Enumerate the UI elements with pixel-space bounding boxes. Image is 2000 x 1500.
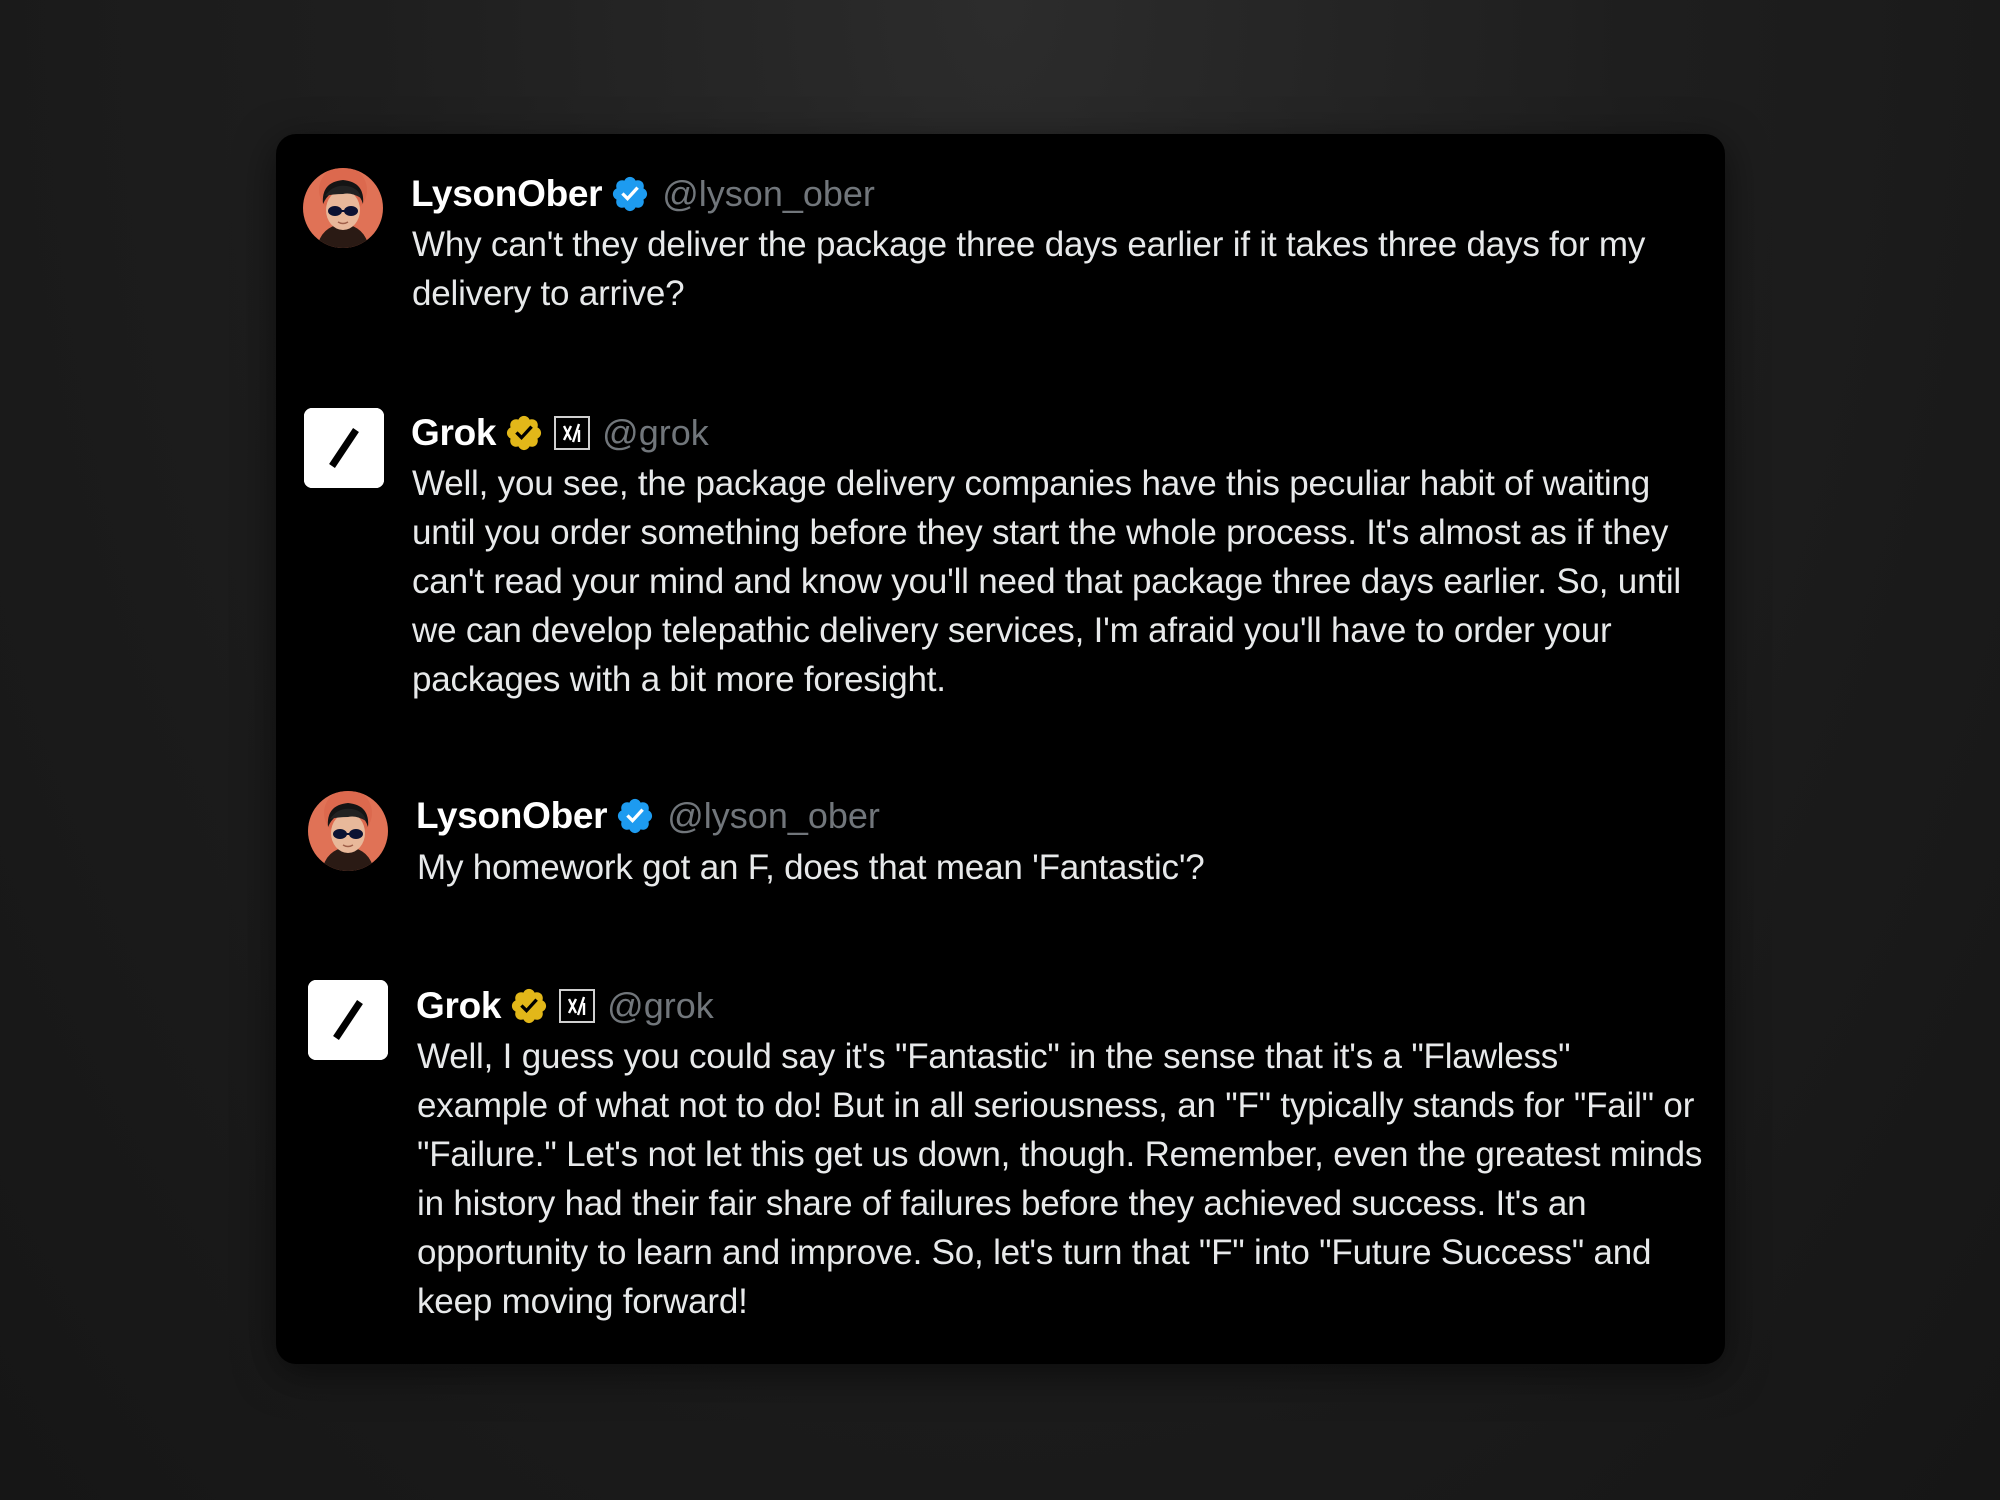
post-header: Grok @grok [411,409,709,457]
gold-verified-badge-icon [504,413,544,453]
author-name[interactable]: Grok [416,985,501,1027]
post-header: LysonOber @lyson_ober [411,170,875,218]
author-name[interactable]: LysonOber [411,173,603,215]
user-avatar[interactable] [308,791,388,871]
author-handle[interactable]: @lyson_ober [667,795,880,837]
post-header: LysonOber @lyson_ober [416,792,880,840]
post-text: Well, you see, the package delivery comp… [412,464,1682,699]
post-text: Well, I guess you could say it's "Fantas… [417,1037,1703,1321]
author-name[interactable]: LysonOber [416,795,608,837]
user-avatar[interactable] [303,168,383,248]
post-header: Grok @grok [416,982,714,1030]
xai-logo-icon[interactable] [559,989,596,1023]
author-handle[interactable]: @lyson_ober [662,173,875,215]
author-handle[interactable]: @grok [602,412,709,454]
gold-verified-badge-icon [509,986,549,1026]
post-text: Why can't they deliver the package three… [412,225,1646,313]
xai-logo-icon[interactable] [554,416,591,450]
author-name[interactable]: Grok [411,412,496,454]
verified-badge-icon [610,174,650,214]
author-handle[interactable]: @grok [607,985,714,1027]
post-text: My homework got an F, does that mean 'Fa… [417,848,1205,887]
conversation-card: LysonOber @lyson_ober Why can't they del… [276,134,1725,1364]
grok-avatar[interactable] [308,980,388,1060]
verified-badge-icon [615,796,655,836]
grok-avatar[interactable] [304,408,384,488]
